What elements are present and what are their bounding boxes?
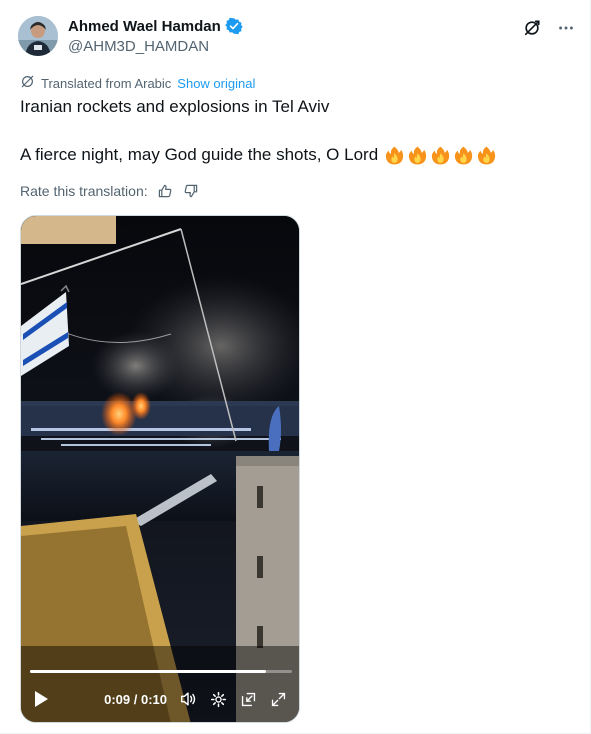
thumbs-up-icon[interactable]	[156, 182, 174, 200]
show-original-link[interactable]: Show original	[177, 76, 255, 91]
name-row: Ahmed Wael Hamdan	[68, 17, 243, 35]
translation-label: Translated from Arabic	[41, 75, 172, 91]
fire-icon	[430, 145, 451, 166]
more-icon[interactable]	[556, 18, 576, 38]
fire-icon	[407, 145, 428, 166]
tweet-header: Ahmed Wael Hamdan @AHM3D_HAMDAN	[18, 14, 576, 58]
video-time: 0:09 / 0:10	[104, 691, 167, 707]
avatar[interactable]	[18, 16, 58, 56]
video-controls: 0:09 / 0:10	[21, 676, 299, 722]
rate-translation: Rate this translation:	[20, 182, 200, 200]
volume-icon[interactable]	[179, 690, 197, 708]
thumbs-down-icon[interactable]	[182, 182, 200, 200]
fire-icon	[476, 145, 497, 166]
display-name[interactable]: Ahmed Wael Hamdan	[68, 18, 221, 35]
video-frame	[21, 216, 299, 722]
rate-label: Rate this translation:	[20, 183, 148, 199]
translation-notice: Translated from Arabic Show original	[20, 74, 255, 92]
picture-in-picture-icon[interactable]	[239, 690, 257, 708]
grok-icon[interactable]	[522, 18, 542, 38]
video-progress-fill	[30, 670, 266, 673]
video-progress-bar[interactable]	[30, 670, 292, 673]
tweet-text-line2: A fierce night, may God guide the shots,…	[20, 145, 379, 164]
translate-icon	[20, 74, 35, 92]
tweet-text-line1: Iranian rockets and explosions in Tel Av…	[20, 97, 330, 116]
tweet-text-line2-row: A fierce night, may God guide the shots,…	[20, 144, 497, 166]
fullscreen-icon[interactable]	[269, 690, 287, 708]
play-icon[interactable]	[33, 690, 51, 708]
header-actions	[522, 18, 576, 38]
settings-gear-icon[interactable]	[209, 690, 227, 708]
handle[interactable]: @AHM3D_HAMDAN	[68, 38, 209, 55]
verified-badge-icon	[225, 17, 243, 35]
fire-emoji-row	[384, 145, 497, 166]
fire-icon	[384, 145, 405, 166]
fire-icon	[453, 145, 474, 166]
avatar-image	[18, 16, 58, 56]
video-control-icons	[179, 690, 287, 708]
tweet-card: Ahmed Wael Hamdan @AHM3D_HAMDAN Translat…	[0, 0, 591, 734]
video-player[interactable]: 0:09 / 0:10	[20, 215, 300, 723]
